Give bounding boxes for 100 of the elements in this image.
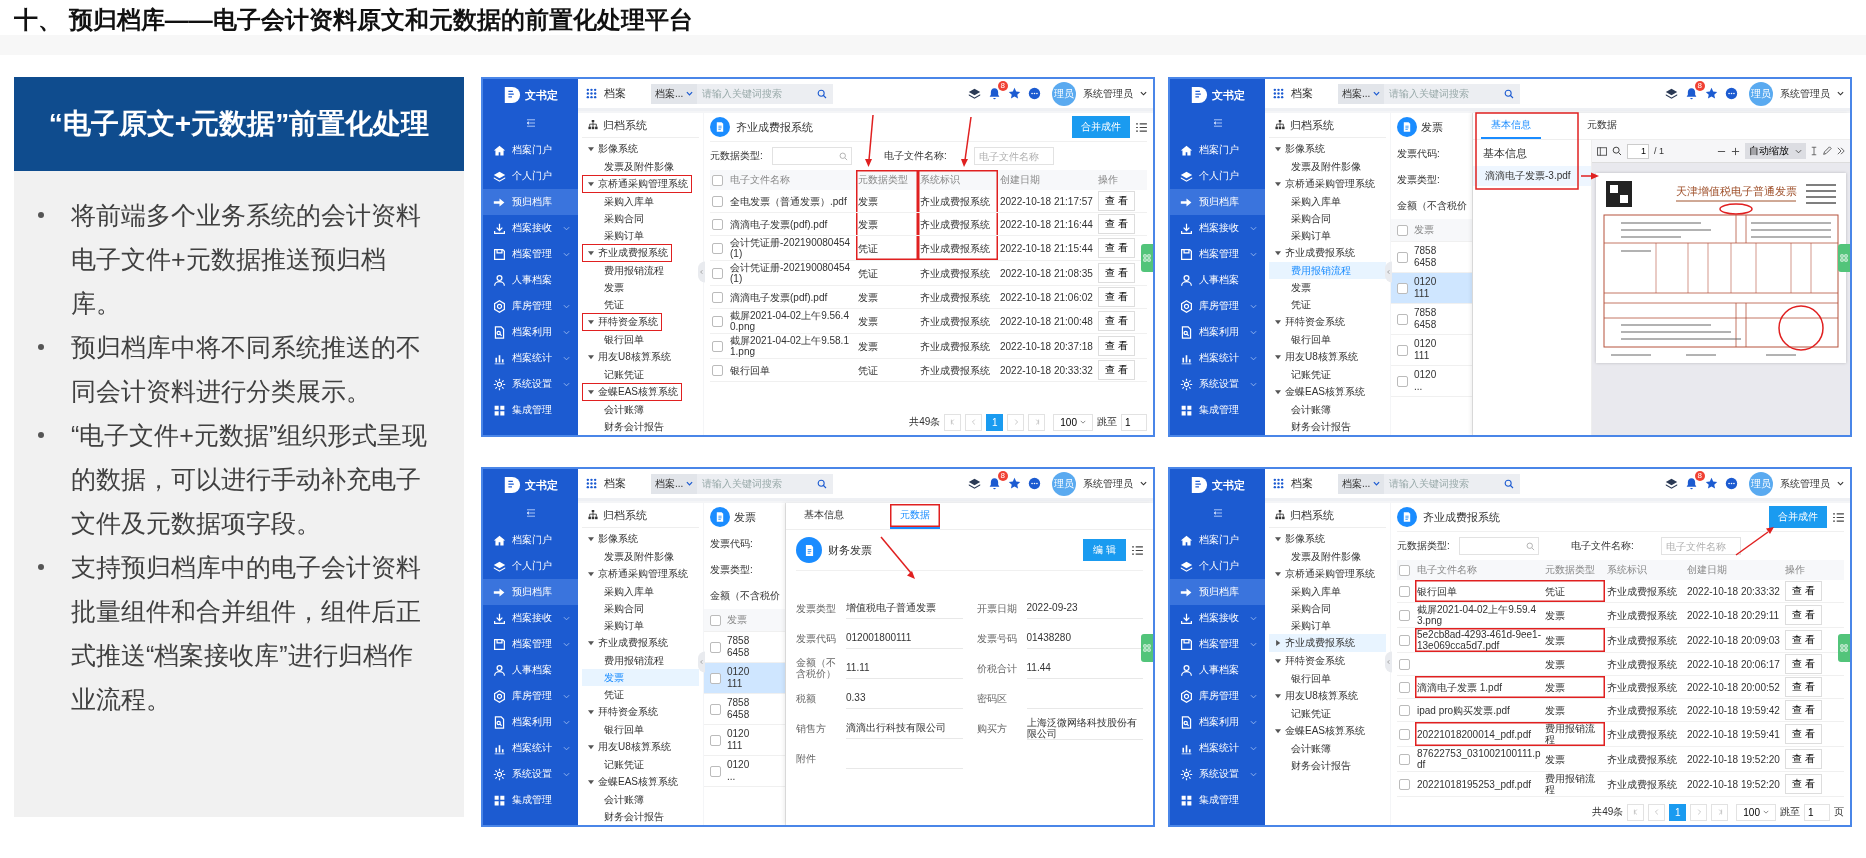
- user-name[interactable]: 系统管理员: [1780, 476, 1830, 491]
- user-name[interactable]: 系统管理员: [1083, 86, 1133, 101]
- nav-item[interactable]: 库房管理: [483, 293, 578, 319]
- file-item[interactable]: 滴滴电子发票-3.pdf: [1473, 166, 1591, 186]
- first-page-button[interactable]: [1627, 803, 1645, 821]
- tree-item[interactable]: 京桥通采购管理系统: [582, 565, 692, 583]
- list-icon[interactable]: [1136, 122, 1147, 132]
- search-icon[interactable]: [1504, 478, 1515, 489]
- table-row[interactable]: 0120 111: [704, 663, 785, 694]
- chat-icon[interactable]: [1028, 477, 1041, 490]
- collapse-icon[interactable]: [1212, 119, 1223, 127]
- tree-item[interactable]: 采购合同: [1269, 210, 1386, 227]
- tree-item[interactable]: 银行回单: [1269, 331, 1386, 348]
- nav-item[interactable]: 档案利用: [483, 709, 578, 735]
- tree-item[interactable]: 财务会计报告: [582, 808, 699, 825]
- tree-item[interactable]: 采购订单: [582, 617, 699, 634]
- tree-item[interactable]: 金蝶EAS核算系统: [1269, 722, 1369, 740]
- tree-item[interactable]: 金蝶EAS核算系统: [1269, 383, 1369, 401]
- tree-item[interactable]: 采购订单: [1269, 617, 1386, 634]
- double-chevron-icon[interactable]: [1837, 147, 1845, 155]
- search-field[interactable]: 请输入关键词搜索: [697, 473, 834, 494]
- search-icon[interactable]: [1612, 146, 1622, 156]
- tree-item[interactable]: 记账凭证: [582, 366, 699, 383]
- tab[interactable]: 基本信息: [1481, 114, 1541, 139]
- caret-icon[interactable]: [1837, 481, 1844, 486]
- view-button[interactable]: 查 看: [1785, 605, 1822, 625]
- text-cursor-icon[interactable]: [1811, 146, 1817, 156]
- nav-item[interactable]: 集成管理: [1170, 397, 1265, 423]
- side-tab[interactable]: [1141, 244, 1153, 272]
- tree-item[interactable]: 记账凭证: [582, 756, 699, 773]
- nav-item[interactable]: 库房管理: [1170, 293, 1265, 319]
- checkbox[interactable]: [1399, 753, 1410, 765]
- type-filter-field[interactable]: [1459, 537, 1539, 555]
- tree-item[interactable]: 采购入库单: [582, 583, 699, 600]
- tree-item[interactable]: 采购合同: [582, 600, 699, 617]
- tree-item[interactable]: 拜特资金系统: [582, 313, 662, 331]
- checkbox[interactable]: [712, 364, 723, 376]
- nav-item[interactable]: 个人门户: [1170, 553, 1265, 579]
- search-field[interactable]: 请输入关键词搜索: [1384, 473, 1521, 494]
- checkbox[interactable]: [712, 218, 723, 230]
- search-field[interactable]: 请输入关键词搜索: [1384, 83, 1521, 104]
- scope-dropdown[interactable]: 档案...: [651, 473, 698, 494]
- table-row[interactable]: 0120 111: [1391, 273, 1472, 304]
- tree-item[interactable]: 凭证: [1269, 296, 1386, 313]
- nav-item[interactable]: 档案接收: [1170, 215, 1265, 241]
- checkbox[interactable]: [712, 340, 723, 352]
- last-page-button[interactable]: [1711, 803, 1729, 821]
- side-tab[interactable]: [1838, 634, 1850, 662]
- tree-item[interactable]: 齐业成费报系统: [1269, 244, 1359, 262]
- caret-icon[interactable]: [1837, 91, 1844, 96]
- tree-item[interactable]: 凭证: [582, 296, 699, 313]
- tree-item[interactable]: 京桥通采购管理系统: [1269, 175, 1379, 193]
- tree-item[interactable]: 会计账簿: [582, 791, 699, 808]
- tree-item[interactable]: 齐业成费报系统: [1269, 634, 1386, 652]
- checkbox[interactable]: [1397, 282, 1408, 294]
- checkbox[interactable]: [1399, 658, 1410, 670]
- table-row[interactable]: 0120 ...: [1391, 366, 1472, 397]
- tree-item[interactable]: 采购订单: [1269, 227, 1386, 244]
- tab[interactable]: 基本信息: [794, 504, 854, 529]
- pencil-icon[interactable]: [1822, 146, 1832, 156]
- nav-item[interactable]: 档案统计: [483, 345, 578, 371]
- chat-icon[interactable]: [1725, 87, 1738, 100]
- collapse-icon[interactable]: [525, 509, 536, 517]
- nav-item[interactable]: 预归档库: [483, 579, 578, 605]
- page-number-field[interactable]: 1: [1627, 143, 1649, 159]
- tree-item[interactable]: 用友U8核算系统: [1269, 348, 1362, 366]
- nav-item[interactable]: 库房管理: [1170, 683, 1265, 709]
- page-jump-field[interactable]: 1: [1804, 803, 1830, 821]
- user-name[interactable]: 系统管理员: [1083, 476, 1133, 491]
- checkbox[interactable]: [1397, 251, 1408, 263]
- nav-item[interactable]: 档案管理: [483, 631, 578, 657]
- checkbox[interactable]: [712, 174, 723, 186]
- scope-dropdown[interactable]: 档案...: [1338, 473, 1385, 494]
- nav-item[interactable]: 系统设置: [483, 371, 578, 397]
- search-field[interactable]: 请输入关键词搜索: [697, 83, 834, 104]
- tree-item[interactable]: 发票及附件影像: [582, 158, 699, 175]
- collapse-icon[interactable]: [1212, 509, 1223, 517]
- tree-item[interactable]: 发票及附件影像: [582, 548, 699, 565]
- collapse-handle[interactable]: [698, 261, 705, 283]
- layers-icon[interactable]: [968, 477, 981, 490]
- tree-item[interactable]: 记账凭证: [1269, 366, 1386, 383]
- tree-item[interactable]: 发票: [582, 279, 699, 296]
- checkbox[interactable]: [712, 195, 723, 207]
- tree-item[interactable]: 费用报销流程: [582, 652, 699, 669]
- nav-item[interactable]: 系统设置: [1170, 761, 1265, 787]
- side-tab[interactable]: [1141, 634, 1153, 662]
- tree-item[interactable]: 会计账簿: [1269, 401, 1386, 418]
- apps-icon[interactable]: [586, 478, 597, 489]
- nav-item[interactable]: 档案门户: [483, 137, 578, 163]
- checkbox[interactable]: [1399, 728, 1410, 740]
- tree-item[interactable]: 金蝶EAS核算系统: [582, 383, 682, 401]
- table-row[interactable]: 0120 ...: [704, 756, 785, 787]
- tree-item[interactable]: 发票及附件影像: [1269, 158, 1386, 175]
- star-icon[interactable]: [1705, 87, 1718, 100]
- view-button[interactable]: 查 看: [1785, 700, 1822, 720]
- sidebar-icon[interactable]: [1597, 146, 1607, 156]
- tree-item[interactable]: 影像系统: [1269, 530, 1329, 548]
- chat-icon[interactable]: [1028, 87, 1041, 100]
- checkbox[interactable]: [712, 242, 723, 254]
- checkbox[interactable]: [712, 267, 723, 279]
